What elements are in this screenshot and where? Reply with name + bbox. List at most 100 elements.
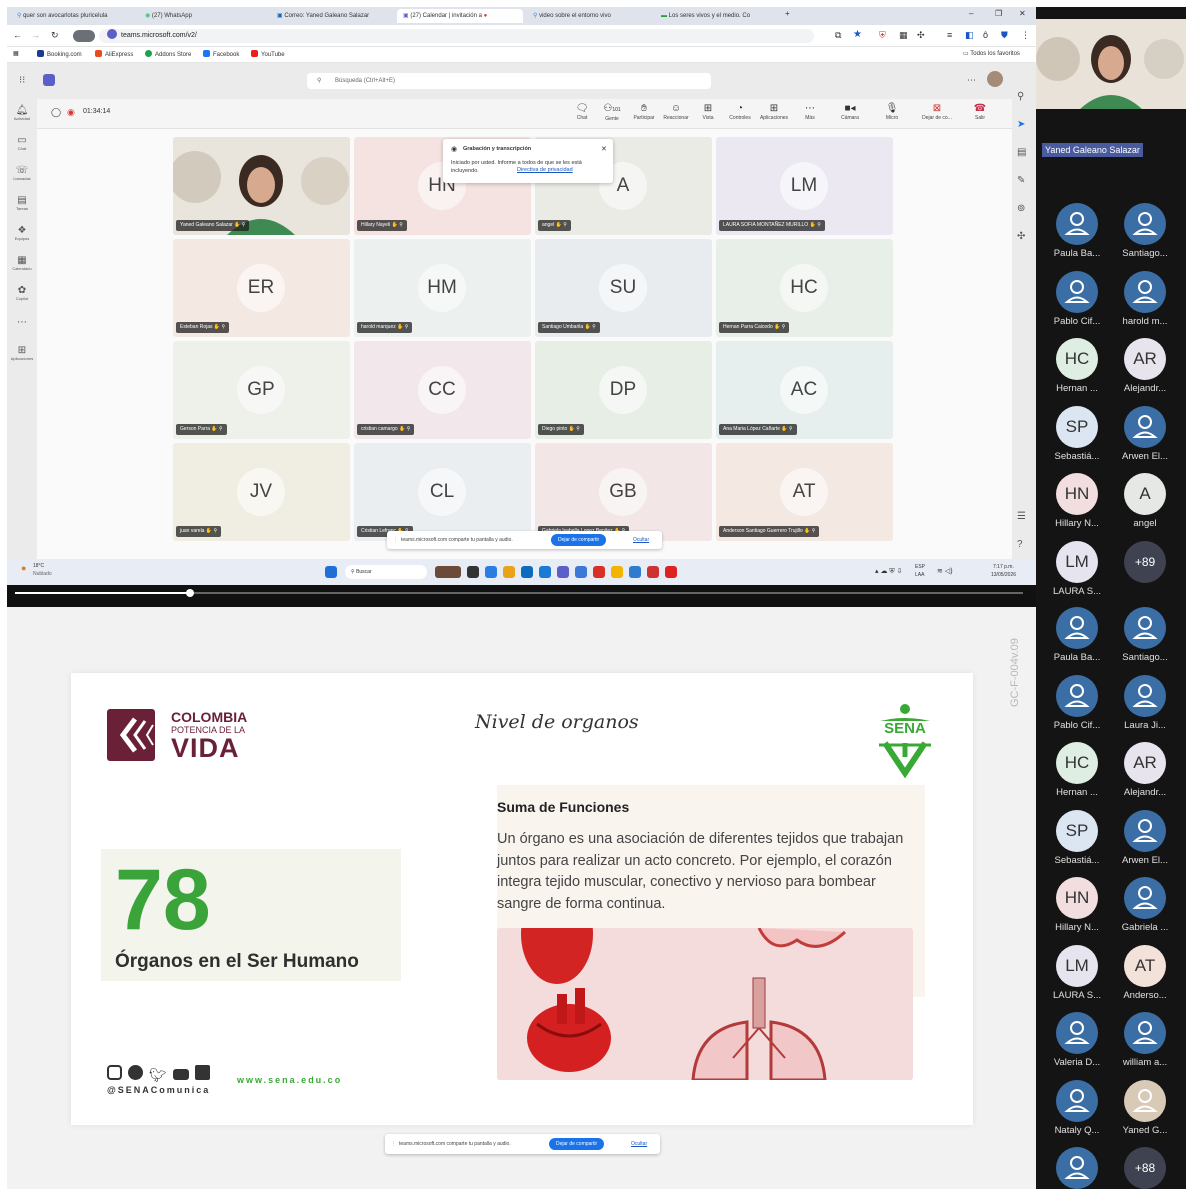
participant-card[interactable]: +89 — [1113, 540, 1177, 603]
profile-icon[interactable]: ô — [983, 30, 988, 40]
puzzle-icon[interactable]: ✣ — [1017, 231, 1025, 242]
notes-icon[interactable]: ▤ — [1017, 147, 1026, 158]
browser-icon[interactable] — [539, 566, 551, 578]
stop-sharing-button[interactable]: ⊠ Dejar de co... — [917, 103, 957, 121]
new-tab-button[interactable]: + — [785, 9, 790, 18]
participant-card[interactable]: william a... — [1113, 1012, 1177, 1074]
bookmark-youtube[interactable]: YouTube — [251, 50, 285, 58]
taskbar-search[interactable]: ⚲ Buscar — [345, 565, 427, 579]
participant-card[interactable] — [1045, 1147, 1109, 1189]
browser-tab-3[interactable]: ▣ (27) Calendar | invitación a ● — [397, 9, 523, 23]
app-launcher-icon[interactable]: ⁝⁝ — [19, 75, 25, 86]
mic-button[interactable]: 🎙︎ Micro — [877, 103, 907, 121]
bookmark-aliexpress[interactable]: AliExpress — [95, 50, 133, 58]
task-view-icon[interactable] — [467, 566, 479, 578]
teams-search-input[interactable]: ⚲ Búsqueda (Ctrl+Alt+E) — [307, 73, 711, 89]
game-icon[interactable]: ⊚ — [1017, 203, 1025, 214]
controls-button[interactable]: ◔ Controles — [725, 103, 755, 121]
teams-taskbar-icon[interactable] — [557, 566, 569, 578]
filter-icon[interactable]: ☰ — [1017, 511, 1026, 522]
pdf-icon[interactable] — [665, 566, 677, 578]
linkedin-icon[interactable] — [194, 1065, 210, 1080]
participant-card[interactable]: Laura Ji... — [1113, 674, 1177, 737]
react-button[interactable]: ☺ Reaccionar — [661, 103, 691, 121]
raise-hand-button[interactable]: ✋︎ Participar — [629, 103, 659, 121]
more-options-icon[interactable]: ⋯ — [967, 75, 976, 86]
rail-calls[interactable]: ☏ Llamadas — [9, 165, 35, 181]
hide-banner-link[interactable]: Ocultar — [631, 1141, 647, 1147]
participant-card[interactable]: HC Hernan ... — [1045, 742, 1109, 804]
chat-button[interactable]: 🗨︎ Chat — [567, 103, 597, 121]
weather-icon[interactable]: ● — [21, 563, 26, 573]
instagram-icon[interactable] — [107, 1065, 122, 1080]
close-window-button[interactable]: ✕ — [1019, 9, 1026, 18]
privacy-link[interactable]: Directiva de privacidad — [517, 167, 573, 173]
apps-button[interactable]: ⊞ Aplicaciones — [759, 103, 789, 121]
all-bookmarks[interactable]: ▭ Todos los favoritos — [963, 50, 1020, 57]
youtube-icon[interactable] — [172, 1069, 189, 1080]
participant-card[interactable]: Gabriela ... — [1113, 877, 1177, 939]
bookmark-star-icon[interactable]: ★ — [853, 29, 862, 40]
help-icon[interactable]: ? — [1017, 539, 1023, 550]
browser-tab-2[interactable]: ▣ Correo: Yaned Galeano Salazar — [271, 9, 391, 23]
cast-icon[interactable]: ⧉ — [835, 30, 841, 41]
participant-tile[interactable]: JV juan varela ✋ ⚲ — [173, 443, 350, 541]
stop-sharing-banner-button[interactable]: Dejar de compartir — [549, 1138, 605, 1150]
facebook-icon[interactable] — [128, 1065, 143, 1080]
progress-knob[interactable] — [186, 589, 194, 597]
participant-card[interactable]: Arwen El... — [1113, 809, 1177, 872]
participant-tile[interactable]: GP Gerson Parra ✋ ⚲ — [173, 341, 350, 439]
stop-sharing-banner-button[interactable]: Dejar de compartir — [551, 534, 607, 546]
participant-card[interactable]: Pablo Cif... — [1045, 674, 1109, 737]
widgets-icon[interactable] — [435, 566, 461, 578]
minimize-button[interactable]: – — [969, 9, 973, 18]
participant-card[interactable]: HN Hillary N... — [1045, 473, 1109, 535]
edge-icon[interactable] — [485, 566, 497, 578]
participant-card[interactable]: AR Alejandr... — [1113, 742, 1177, 804]
windows-start-icon[interactable] — [325, 566, 337, 578]
participant-tile[interactable]: HC Hernan Parra Caicedo ✋ ⚲ — [716, 239, 893, 337]
participant-tile[interactable]: CLCristian Lefranc ✋ ⚲ — [354, 443, 531, 541]
drag-handle-icon[interactable]: ⋮ — [393, 537, 398, 543]
apps-grid-icon[interactable]: ▦ — [13, 50, 19, 57]
participant-card[interactable]: Aangel — [1113, 473, 1177, 535]
participant-card[interactable]: HC Hernan ... — [1045, 338, 1109, 400]
extension-shield-icon[interactable]: ⛨ — [879, 30, 886, 41]
media-icon[interactable]: ≡ — [947, 30, 952, 40]
rail-chat[interactable]: ▭ Chat — [9, 135, 35, 151]
participant-tile[interactable]: CC cristian camargo ✋ ⚲ — [354, 341, 531, 439]
camera-button[interactable]: ■◂ Cámara — [835, 103, 865, 121]
participant-tile[interactable]: AC Ana Maria López Cañarte ✋ ⚲ — [716, 341, 893, 439]
rail-activity[interactable]: 🔔︎ Actividad — [9, 105, 35, 121]
participant-card[interactable]: Santiago... — [1113, 607, 1177, 669]
participant-card[interactable]: AT Anderso... — [1113, 944, 1177, 1007]
participant-card[interactable]: harold m... — [1113, 270, 1177, 333]
wifi-volume-icon[interactable]: ≋ ◁) — [937, 567, 953, 575]
participant-tile[interactable]: AT Anderson Santiago Guerrero Trujillo ✋ … — [716, 443, 893, 541]
app2-icon[interactable] — [611, 566, 623, 578]
participant-card[interactable]: Paula Ba... — [1045, 203, 1109, 265]
mail-icon[interactable] — [521, 566, 533, 578]
video-progress-bar[interactable] — [7, 585, 1036, 607]
twitter-icon[interactable]: 🐦︎ — [149, 1067, 167, 1084]
puzzle-icon[interactable]: ✣ — [917, 30, 925, 41]
bookmark-facebook[interactable]: Facebook — [203, 50, 239, 58]
rail-calendar[interactable]: ▦ Calendario — [9, 255, 35, 271]
rail-teams[interactable]: ❖ Equipos — [9, 225, 35, 241]
view-button[interactable]: ⊞ Vista — [693, 103, 723, 121]
ai-notes-icon[interactable]: ⚲ — [1017, 91, 1024, 102]
participant-tile[interactable]: HM harold marquez ✋ ⚲ — [354, 239, 531, 337]
close-icon[interactable]: ✕ — [601, 145, 607, 153]
rail-apps[interactable]: ⊞ Aplicaciones — [9, 345, 35, 361]
participant-card[interactable]: Valeria D... — [1045, 1012, 1109, 1074]
rail-tasks[interactable]: ▤ Tareas — [9, 195, 35, 211]
browser-tab-1[interactable]: ◉ (27) WhatsApp — [139, 9, 259, 23]
participant-card[interactable]: Santiago... — [1113, 203, 1177, 265]
drag-handle-icon[interactable]: ⋮ — [391, 1141, 396, 1147]
participant-card[interactable]: LM LAURA S... — [1045, 540, 1109, 603]
tray-icons[interactable]: ▴ ☁ ⛨ ⇩ — [875, 567, 902, 576]
participant-card[interactable]: Nataly Q... — [1045, 1079, 1109, 1142]
bookmark-booking[interactable]: Booking.com — [37, 50, 82, 58]
participant-tile[interactable]: DP Diego pinto ✋ ⚲ — [535, 341, 712, 439]
participant-card[interactable]: HN Hillary N... — [1045, 877, 1109, 939]
